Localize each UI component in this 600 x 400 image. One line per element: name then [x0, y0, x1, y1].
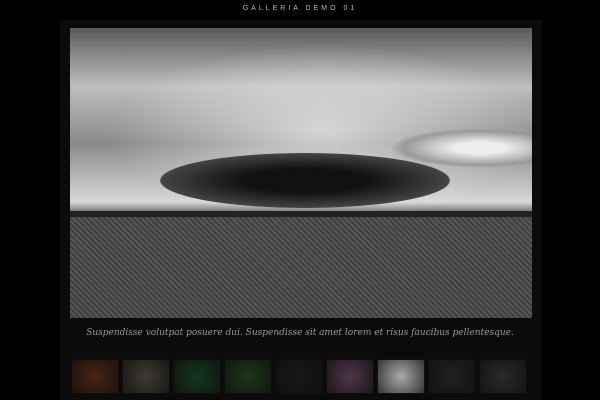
thumbnail-grass[interactable] [174, 360, 220, 393]
thumbnail-desert-sky[interactable] [378, 360, 424, 393]
thumbnail-lotus[interactable] [327, 360, 373, 393]
thumbnail-dark-sky[interactable] [276, 360, 322, 393]
thumbnail-strip [72, 360, 526, 393]
thumbnail-ladybug[interactable] [225, 360, 271, 393]
thumbnail-leaf[interactable] [72, 360, 118, 393]
thumbnail-dark-shore[interactable] [429, 360, 475, 393]
image-caption: Suspendisse volutpat posuere dui. Suspen… [86, 328, 514, 338]
cracked-ground [70, 217, 532, 318]
gallery-title: GALLERIA DEMO 01 [242, 5, 358, 12]
dark-cloud [160, 153, 450, 208]
main-image[interactable] [70, 28, 532, 318]
thumbnail-stones[interactable] [123, 360, 169, 393]
thumbnail-rocks[interactable] [480, 360, 526, 393]
